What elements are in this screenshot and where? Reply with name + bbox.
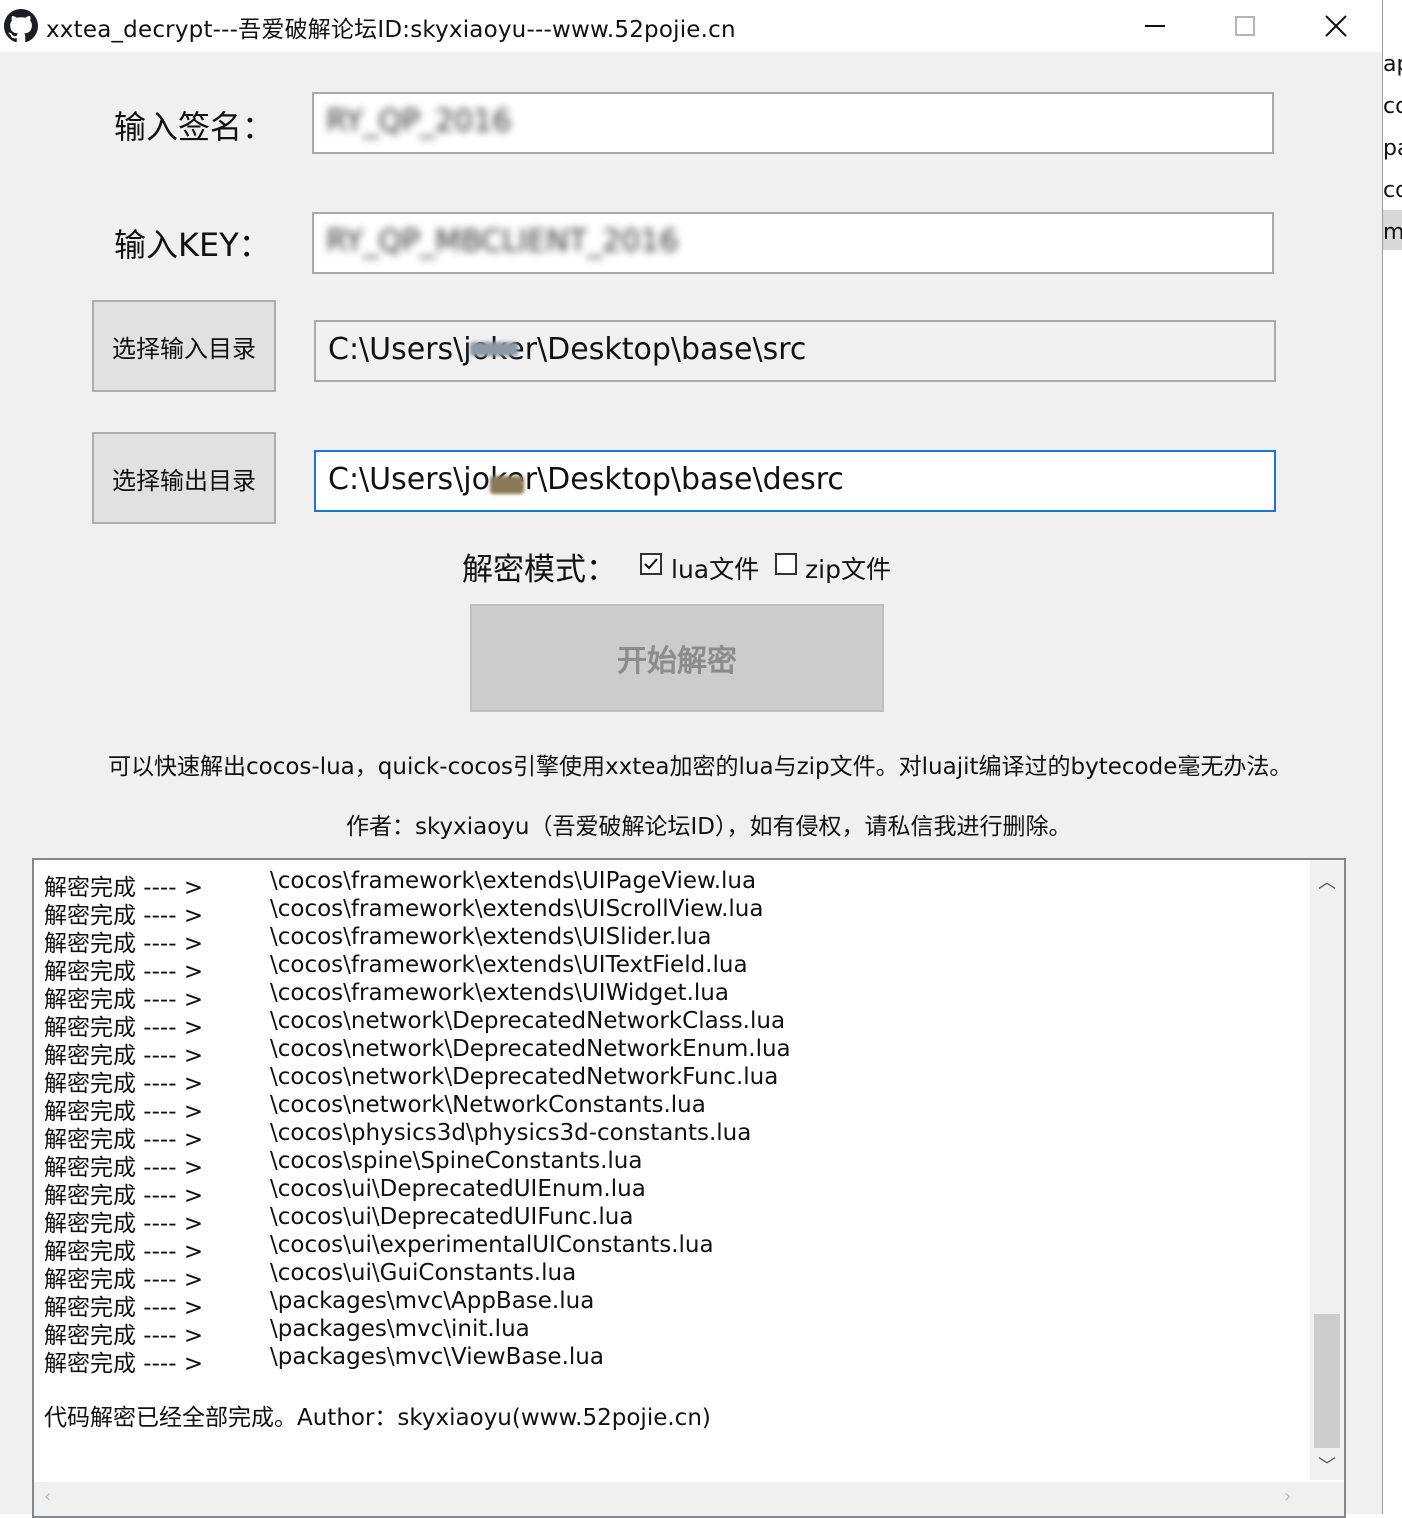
checkmark-icon xyxy=(644,558,658,570)
window-title: xxtea_decrypt---吾爱破解论坛ID:skyxiaoyu---www… xyxy=(46,17,736,43)
sign-label: 输入签名： xyxy=(114,108,275,146)
lua-mode-label[interactable]: lua文件 xyxy=(671,550,759,586)
output-dir-value: C:\Users\joker\Desktop\base\desrc xyxy=(328,462,844,497)
log-row-path: \cocos\framework\extends\UIScrollView.lu… xyxy=(270,896,764,922)
background-text: m xyxy=(1383,220,1402,245)
key-input[interactable]: RY_QP_MBCLIENT_2016 xyxy=(312,212,1274,274)
sign-value: RY_QP_2016 xyxy=(326,104,512,139)
minimize-icon xyxy=(1145,25,1165,27)
log-textarea[interactable]: 解密完成 ---- > \cocos\framework\extends\UIPa… xyxy=(32,858,1346,1518)
mode-label: 解密模式： xyxy=(462,552,617,588)
github-icon xyxy=(4,9,38,43)
log-summary: 代码解密已经全部完成。Author：skyxiaoyu(www.52pojie.… xyxy=(44,1405,711,1431)
log-row-path: \cocos\framework\extends\UIWidget.lua xyxy=(270,980,729,1006)
log-row-path: \packages\mvc\ViewBase.lua xyxy=(270,1344,604,1370)
log-row-path: \cocos\ui\experimentalUIConstants.lua xyxy=(270,1232,714,1258)
background-text: co xyxy=(1383,178,1402,203)
log-row-path: \cocos\ui\DeprecatedUIFunc.lua xyxy=(270,1204,634,1230)
title-bar[interactable]: xxtea_decrypt---吾爱破解论坛ID:skyxiaoyu---www… xyxy=(0,0,1382,52)
close-button[interactable] xyxy=(1291,0,1381,52)
description-text: 可以快速解出cocos-lua，quick-cocos引擎使用xxtea加密的l… xyxy=(108,754,1293,780)
maximize-button[interactable] xyxy=(1200,0,1290,52)
log-row-path: \cocos\spine\SpineConstants.lua xyxy=(270,1148,643,1174)
log-row-path: \cocos\network\NetworkConstants.lua xyxy=(270,1092,706,1118)
close-icon xyxy=(1325,15,1347,37)
log-row-path: \cocos\framework\extends\UITextField.lua xyxy=(270,952,748,978)
log-row-path: \cocos\physics3d\physics3d-constants.lua xyxy=(270,1120,752,1146)
horizontal-scrollbar[interactable]: ‹ › xyxy=(34,1482,1344,1516)
input-dir-field[interactable]: C:\Users\joker\Desktop\base\src xyxy=(314,320,1276,382)
zip-mode-label[interactable]: zip文件 xyxy=(805,550,891,586)
background-text: co xyxy=(1383,94,1402,119)
background-text: ap xyxy=(1383,52,1402,77)
scroll-thumb[interactable] xyxy=(1314,1314,1340,1448)
log-row-path: \cocos\network\DeprecatedNetworkEnum.lua xyxy=(270,1036,791,1062)
background-window: ap co pa co m xyxy=(1383,0,1402,1514)
log-row-path: \cocos\ui\DeprecatedUIEnum.lua xyxy=(270,1176,646,1202)
output-dir-field[interactable]: C:\Users\joker\Desktop\base\desrc xyxy=(314,450,1276,512)
scroll-right-icon[interactable]: › xyxy=(1284,1486,1291,1507)
background-text: pa xyxy=(1383,136,1402,161)
minimize-button[interactable] xyxy=(1110,0,1200,52)
start-decrypt-button[interactable]: 开始解密 xyxy=(470,604,884,712)
redaction-mask xyxy=(470,342,518,356)
vertical-scrollbar[interactable]: ︿ ﹀ xyxy=(1310,860,1344,1480)
author-text: 作者：skyxiaoyu（吾爱破解论坛ID），如有侵权，请私信我进行删除。 xyxy=(346,814,1072,840)
key-value: RY_QP_MBCLIENT_2016 xyxy=(326,224,679,259)
input-dir-value: C:\Users\joker\Desktop\base\src xyxy=(328,332,807,367)
log-row-path: \cocos\network\DeprecatedNetworkClass.lu… xyxy=(270,1008,786,1034)
scroll-down-icon[interactable]: ﹀ xyxy=(1318,1452,1336,1478)
log-row-status: 解密完成 ---- > xyxy=(44,1351,204,1377)
zip-mode-checkbox[interactable] xyxy=(775,553,797,575)
log-row-path: \cocos\framework\extends\UISlider.lua xyxy=(270,924,712,950)
maximize-icon xyxy=(1235,16,1255,36)
key-label: 输入KEY： xyxy=(114,226,271,264)
sign-input[interactable]: RY_QP_2016 xyxy=(312,92,1274,154)
log-row-path: \packages\mvc\AppBase.lua xyxy=(270,1288,595,1314)
log-row-path: \cocos\ui\GuiConstants.lua xyxy=(270,1260,577,1286)
app-window: xxtea_decrypt---吾爱破解论坛ID:skyxiaoyu---www… xyxy=(0,0,1383,1518)
scroll-left-icon[interactable]: ‹ xyxy=(44,1486,51,1507)
log-row-path: \packages\mvc\init.lua xyxy=(270,1316,530,1342)
log-row-path: \cocos\framework\extends\UIPageView.lua xyxy=(270,868,757,894)
log-row-path: \cocos\network\DeprecatedNetworkFunc.lua xyxy=(270,1064,779,1090)
scroll-up-icon[interactable]: ︿ xyxy=(1318,868,1336,894)
select-input-dir-button[interactable]: 选择输入目录 xyxy=(92,300,276,392)
lua-mode-checkbox[interactable] xyxy=(640,553,662,575)
select-output-dir-button[interactable]: 选择输出目录 xyxy=(92,432,276,524)
redaction-mask xyxy=(490,476,524,494)
